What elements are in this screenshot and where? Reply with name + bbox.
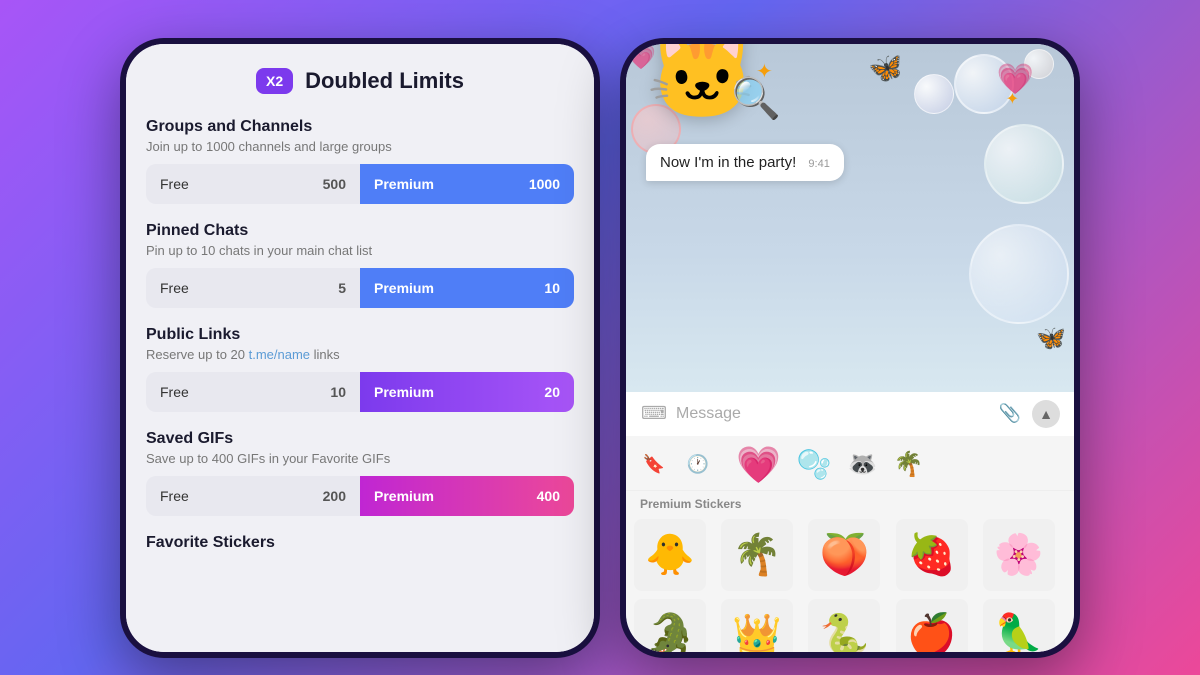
header-row: X2 Doubled Limits <box>146 68 574 94</box>
section-saved-gifs: Saved GIFs Save up to 400 GIFs in your F… <box>146 430 574 516</box>
bubble-time: 9:41 <box>808 158 829 170</box>
keyboard-icon[interactable]: ⌨ <box>640 400 668 428</box>
chat-background: 🦋 🦋 ✦ ✦ Now I'm in the party! 9:41 🐱 🔍 💗… <box>626 44 1074 392</box>
sticker-croc[interactable]: 🐊 <box>634 599 706 652</box>
raccoon-deco: 🦝 <box>848 450 878 479</box>
x2-badge: X2 <box>256 68 293 94</box>
sticker-berry[interactable]: 🍓 <box>896 519 968 591</box>
sticker-flower[interactable]: 🌸 <box>983 519 1055 591</box>
page-title: Doubled Limits <box>305 68 464 94</box>
limit-bar-gifs: Free 200 Premium 400 <box>146 476 574 516</box>
sticker-peach[interactable]: 🍑 <box>808 519 880 591</box>
fav-stickers-title: Favorite Stickers <box>146 534 574 552</box>
chat-bubble: Now I'm in the party! 9:41 <box>646 144 844 181</box>
butterfly-deco: 🦋 <box>867 49 907 88</box>
desc-plain-links: Reserve up to 20 <box>146 347 249 362</box>
limit-bar-pinned: Free 5 Premium 10 <box>146 268 574 308</box>
mirror-deco: 🔍 <box>731 75 781 122</box>
premium-label-groups: Premium <box>374 176 434 192</box>
attach-icon[interactable]: 📎 <box>996 400 1024 428</box>
premium-val-gifs: 400 <box>537 488 560 504</box>
recent-icon[interactable]: 🕐 <box>684 451 712 479</box>
heart-tab-deco: 💗 <box>736 444 781 486</box>
chevron-up-icon[interactable]: ▲ <box>1032 400 1060 428</box>
section-desc-groups: Join up to 1000 channels and large group… <box>146 139 574 154</box>
section-public-links: Public Links Reserve up to 20 t.me/name … <box>146 326 574 412</box>
section-desc-pinned: Pin up to 10 chats in your main chat lis… <box>146 243 574 258</box>
premium-val-groups: 1000 <box>529 176 560 192</box>
bookmark-icon[interactable]: 🔖 <box>640 451 668 479</box>
bubble-deco-2 <box>914 74 954 114</box>
sticker-tabs: 🔖 🕐 💗 🫧 🦝 🌴 <box>626 436 1074 491</box>
premium-val-links: 20 <box>544 384 560 400</box>
section-title-links: Public Links <box>146 326 574 344</box>
section-title-groups: Groups and Channels <box>146 118 574 136</box>
tme-link[interactable]: t.me/name <box>249 347 310 362</box>
right-phone: 🦋 🦋 ✦ ✦ Now I'm in the party! 9:41 🐱 🔍 💗… <box>620 38 1080 658</box>
left-phone: X2 Doubled Limits Groups and Channels Jo… <box>120 38 600 658</box>
free-val-groups: 500 <box>323 176 346 192</box>
bubble-deco-5 <box>969 224 1069 324</box>
limit-free-gifs: Free 200 <box>146 476 360 516</box>
limit-free-groups: Free 500 <box>146 164 360 204</box>
free-label-links: Free <box>160 384 189 400</box>
limit-premium-pinned: Premium 10 <box>360 268 574 308</box>
section-desc-links: Reserve up to 20 t.me/name links <box>146 347 574 362</box>
limit-bar-groups: Free 500 Premium 1000 <box>146 164 574 204</box>
heart-float-2: 💗 <box>997 62 1034 97</box>
premium-label-gifs: Premium <box>374 488 434 504</box>
bubble-deco-4 <box>984 124 1064 204</box>
limit-premium-groups: Premium 1000 <box>360 164 574 204</box>
premium-val-pinned: 10 <box>544 280 560 296</box>
section-pinned-chats: Pinned Chats Pin up to 10 chats in your … <box>146 222 574 308</box>
heart-float-1: 💗 <box>626 44 656 72</box>
limit-premium-links: Premium 20 <box>360 372 574 412</box>
message-bar: ⌨ Message 📎 ▲ <box>626 392 1074 436</box>
free-label-pinned: Free <box>160 280 189 296</box>
sticker-palm[interactable]: 🌴 <box>721 519 793 591</box>
sticker-bird[interactable]: 🦜 <box>983 599 1055 652</box>
section-groups-channels: Groups and Channels Join up to 1000 chan… <box>146 118 574 204</box>
sticker-section-label: Premium Stickers <box>626 491 1074 515</box>
limit-free-pinned: Free 5 <box>146 268 360 308</box>
desc-suffix-links: links <box>310 347 340 362</box>
free-label-groups: Free <box>160 176 189 192</box>
free-label-gifs: Free <box>160 488 189 504</box>
limit-bar-links: Free 10 Premium 20 <box>146 372 574 412</box>
free-val-links: 10 <box>330 384 346 400</box>
section-title-pinned: Pinned Chats <box>146 222 574 240</box>
sticker-duck[interactable]: 🐥 <box>634 519 706 591</box>
section-desc-gifs: Save up to 400 GIFs in your Favorite GIF… <box>146 451 574 466</box>
section-fav-stickers: Favorite Stickers <box>146 534 574 552</box>
premium-label-pinned: Premium <box>374 280 434 296</box>
limit-premium-gifs: Premium 400 <box>360 476 574 516</box>
free-val-pinned: 5 <box>338 280 346 296</box>
bubble-text: Now I'm in the party! <box>660 154 796 171</box>
message-input[interactable]: Message <box>676 405 988 423</box>
tree-deco: 🌴 <box>894 450 924 479</box>
sticker-apple[interactable]: 🍎 <box>896 599 968 652</box>
sticker-panel: ⌨ Message 📎 ▲ 🔖 🕐 💗 🫧 🦝 🌴 Premium Sticke… <box>626 392 1074 652</box>
sticker-snake[interactable]: 🐍 <box>808 599 880 652</box>
bubble-tab-deco: 🫧 <box>797 448 832 481</box>
limit-free-links: Free 10 <box>146 372 360 412</box>
sticker-grid-row2: 🐊 👑 🐍 🍎 🦜 <box>626 595 1074 652</box>
sticker-grid-row1: 🐥 🌴 🍑 🍓 🌸 <box>626 515 1074 595</box>
premium-label-links: Premium <box>374 384 434 400</box>
butterfly-deco-2: 🦋 <box>1036 324 1066 353</box>
sticker-crown[interactable]: 👑 <box>721 599 793 652</box>
free-val-gifs: 200 <box>323 488 346 504</box>
section-title-gifs: Saved GIFs <box>146 430 574 448</box>
